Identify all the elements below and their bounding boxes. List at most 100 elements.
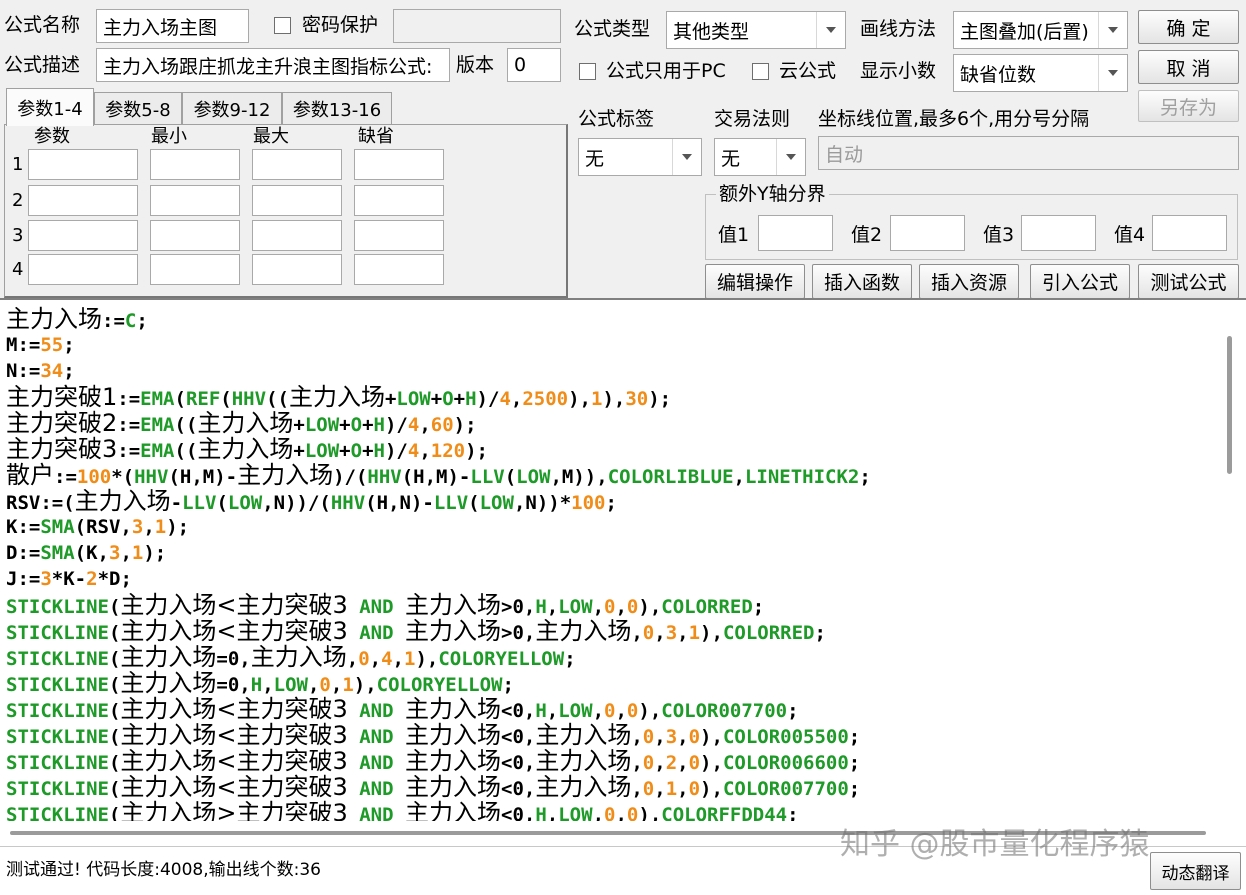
cloud-checkbox[interactable] [752, 63, 769, 80]
code-token: LOW [558, 700, 593, 722]
code-token: := [117, 414, 141, 436]
code-token: 主力入场 [405, 721, 501, 749]
code-token: 30 [625, 388, 649, 410]
param-2-default[interactable] [354, 185, 444, 216]
insert-function-button[interactable]: 插入函数 [812, 264, 912, 299]
code-line: STICKLINE(主力入场=0,主力入场,0,4,1),COLORYELLOW… [6, 644, 576, 670]
edit-operation-button[interactable]: 编辑操作 [705, 264, 805, 299]
tab-params-1-4[interactable]: 参数1-4 [6, 88, 94, 126]
code-token: , [677, 726, 689, 748]
param-1-max[interactable] [252, 149, 342, 180]
formula-desc-input[interactable]: 主力入场跟庄抓龙主升浪主图指标公式: [96, 48, 450, 82]
axis-position-input[interactable]: 自动 [818, 136, 1239, 170]
code-token: (( [174, 440, 198, 462]
param-1-min[interactable] [150, 149, 240, 180]
code-token: 0 [688, 752, 701, 774]
test-formula-button[interactable]: 测试公式 [1138, 264, 1239, 299]
code-token: STICKLINE [6, 778, 109, 800]
code-token: LLV [182, 492, 217, 514]
chevron-down-icon [1098, 55, 1127, 91]
param-3-max[interactable] [252, 220, 342, 251]
code-token: H [535, 804, 547, 821]
code-token: RSV [6, 492, 41, 514]
code-token: *D; [97, 568, 132, 590]
param-2-min[interactable] [150, 185, 240, 216]
code-editor[interactable]: 主力入场:=C; M:=55; N:=34; 主力突破1:=EMA(REF(HHV((… [2, 300, 1216, 821]
insert-resource-button[interactable]: 插入资源 [919, 264, 1019, 299]
code-line: RSV:=(主力入场-LLV(LOW,N))/(HHV(H,N)-LLV(LOW… [6, 488, 617, 514]
code-token: 主力入场 [288, 383, 385, 411]
code-token: 主力入场 [535, 721, 632, 749]
code-token: 主力入场 [405, 799, 501, 821]
formula-name-input[interactable]: 主力入场主图 [96, 9, 249, 43]
code-token: (K, [74, 542, 109, 564]
code-token: + [339, 440, 351, 462]
password-checkbox[interactable] [274, 17, 291, 34]
param-3-min[interactable] [150, 220, 240, 251]
code-token: H [535, 596, 547, 618]
decimal-select[interactable]: 缺省位数 [953, 54, 1128, 92]
vertical-scrollbar[interactable] [1218, 300, 1246, 822]
code-line: 散户:=100*(HHV(H,M)-主力入场)/(HHV(H,M)-LLV(LO… [6, 462, 871, 488]
watermark: 知乎 @股市量化程序猿 [840, 827, 1150, 862]
version-input[interactable]: 0 [507, 48, 561, 82]
code-token: , [546, 700, 559, 722]
code-line: STICKLINE(主力入场<主力突破3 AND 主力入场<0,主力入场,0,3… [6, 722, 860, 748]
tab-params-5-8[interactable]: 参数5-8 [94, 92, 182, 124]
cancel-button[interactable]: 取 消 [1138, 50, 1239, 84]
decimal-label: 显示小数 [860, 60, 937, 82]
decimal-value: 缺省位数 [960, 63, 1037, 86]
trade-rule-select[interactable]: 无 [714, 138, 806, 176]
tab-params-9-12[interactable]: 参数9-12 [182, 92, 282, 124]
dynamic-translate-button[interactable]: 动态翻译 [1150, 852, 1241, 890]
code-token: 主力突破1 [6, 383, 118, 411]
code-token: COLORRED [722, 622, 815, 644]
code-token: , [654, 778, 666, 800]
code-token: STICKLINE [6, 700, 109, 722]
code-token: 主力入场 [237, 461, 334, 489]
draw-method-select[interactable]: 主图叠加(后置) [953, 11, 1128, 49]
code-token: 主力入场 [535, 617, 632, 645]
tab-params-13-16[interactable]: 参数13-16 [282, 92, 392, 124]
save-as-button[interactable]: 另存为 [1138, 90, 1239, 122]
code-token: 主力入场 [405, 617, 501, 645]
param-4-min[interactable] [150, 254, 240, 285]
param-1-default[interactable] [354, 149, 444, 180]
param-1-name[interactable] [28, 149, 138, 180]
password-input[interactable] [393, 9, 561, 43]
pc-only-checkbox[interactable] [579, 63, 596, 80]
code-token: <0, [501, 700, 536, 722]
param-2-name[interactable] [28, 185, 138, 216]
param-2-max[interactable] [252, 185, 342, 216]
param-3-default[interactable] [354, 220, 444, 251]
param-3-name[interactable] [28, 220, 138, 251]
code-token: 主力入场 [405, 591, 501, 619]
code-token: , [631, 726, 643, 748]
y-value-2-input[interactable] [890, 215, 965, 251]
code-token: 1 [404, 648, 416, 670]
param-4-default[interactable] [354, 254, 444, 285]
ok-button[interactable]: 确 定 [1138, 10, 1239, 44]
code-token: ), [353, 674, 377, 696]
param-4-name[interactable] [28, 254, 138, 285]
code-token: 3 [40, 568, 52, 590]
code-token: >0, [501, 596, 536, 618]
code-token: ( [108, 778, 121, 800]
code-token: , [631, 778, 643, 800]
code-token: 3 [665, 622, 678, 644]
code-token: STICKLINE [6, 752, 109, 774]
y-value-3-input[interactable] [1021, 215, 1096, 251]
code-token: ( [174, 388, 186, 410]
formula-type-select[interactable]: 其他类型 [666, 11, 846, 49]
param-col-default: 缺省 [358, 126, 394, 147]
axis-position-label: 坐标线位置,最多6个,用分号分隔 [818, 108, 1090, 130]
scroll-thumb[interactable] [1227, 336, 1232, 474]
import-formula-button[interactable]: 引入公式 [1030, 264, 1130, 299]
code-token: 55 [40, 334, 64, 356]
y-value-4-input[interactable] [1152, 215, 1227, 251]
code-token: 主力入场<主力突破3 [120, 721, 348, 749]
formula-tag-select[interactable]: 无 [578, 138, 702, 176]
y-value-1-input[interactable] [758, 215, 833, 251]
param-4-max[interactable] [252, 254, 342, 285]
code-token: 0 [358, 648, 370, 670]
